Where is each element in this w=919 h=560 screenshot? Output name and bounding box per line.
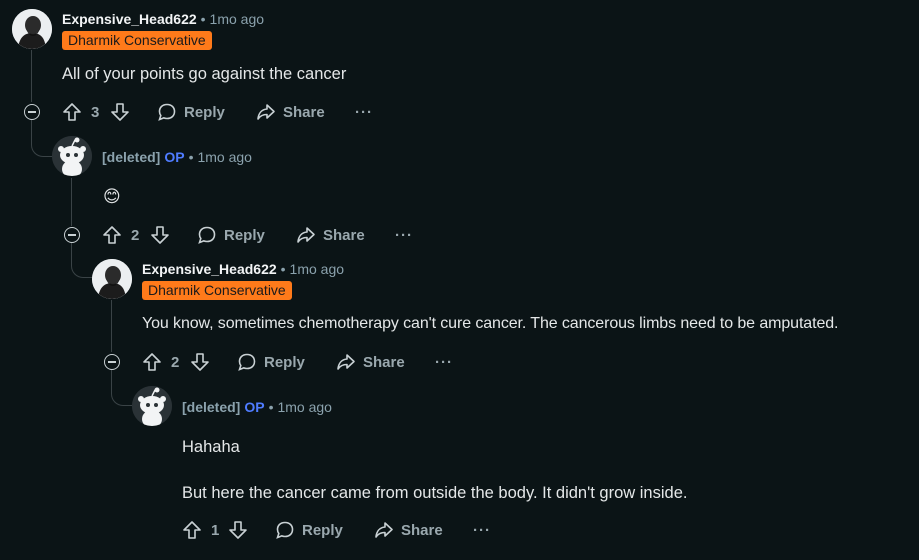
reply-button[interactable]: Reply — [237, 350, 305, 374]
comment-body-line: But here the cancer came from outside th… — [182, 484, 688, 502]
separator-dot: • — [200, 11, 206, 27]
comment-body-line: Hahaha — [182, 438, 240, 456]
collapse-minus-icon[interactable] — [64, 227, 80, 243]
thread-connector — [111, 370, 134, 406]
comment-body: All of your points go against the cancer — [62, 65, 347, 83]
arrow-down-icon — [191, 353, 209, 371]
speech-bubble-icon — [276, 521, 294, 539]
reply-label: Reply — [264, 353, 305, 371]
reply-button[interactable]: Reply — [197, 223, 265, 247]
share-label: Share — [323, 226, 365, 244]
thread-line — [111, 300, 112, 352]
user-flair: Dharmik Conservative — [62, 31, 212, 50]
share-arrow-icon — [337, 354, 355, 370]
op-badge: OP — [244, 399, 265, 415]
arrow-down-icon — [151, 226, 169, 244]
upvote-button[interactable] — [142, 350, 162, 374]
thread-line — [31, 50, 32, 102]
arrow-up-icon — [103, 226, 121, 244]
vote-count: 1 — [211, 521, 220, 539]
user-avatar-icon[interactable] — [12, 9, 52, 49]
more-options-button[interactable]: ··· — [355, 100, 373, 124]
separator-dot: • — [188, 149, 194, 165]
separator-dot: • — [280, 261, 286, 277]
thread-connector — [71, 243, 94, 278]
arrow-up-icon — [143, 353, 161, 371]
reply-button[interactable]: Reply — [275, 518, 343, 542]
username: [deleted] — [102, 149, 161, 165]
share-label: Share — [401, 521, 443, 539]
snoo-avatar-icon[interactable] — [52, 136, 92, 176]
arrow-down-icon — [229, 521, 247, 539]
share-button[interactable]: Share — [296, 223, 365, 247]
speech-bubble-icon — [158, 103, 176, 121]
timestamp[interactable]: 1mo ago — [197, 149, 251, 165]
more-options-button[interactable]: ··· — [435, 350, 453, 374]
username-link[interactable]: Expensive_Head622 — [142, 261, 277, 277]
upvote-button[interactable] — [182, 518, 202, 542]
speech-bubble-icon — [238, 353, 256, 371]
thread-connector — [31, 120, 54, 157]
share-arrow-icon — [297, 227, 315, 243]
snoo-avatar-icon[interactable] — [132, 386, 172, 426]
vote-count: 2 — [171, 353, 180, 371]
reply-label: Reply — [224, 226, 265, 244]
comment-actions: 1 Reply Share ··· — [0, 518, 919, 542]
user-avatar-icon[interactable] — [92, 259, 132, 299]
collapse-minus-icon[interactable] — [24, 104, 40, 120]
downvote-button[interactable] — [228, 518, 248, 542]
vote-count: 3 — [91, 103, 100, 121]
more-options-button[interactable]: ··· — [395, 223, 413, 247]
separator-dot: • — [268, 399, 274, 415]
timestamp[interactable]: 1mo ago — [277, 399, 331, 415]
downvote-button[interactable] — [150, 223, 170, 247]
share-label: Share — [283, 103, 325, 121]
comment-meta: [deleted] OP • 1mo ago — [182, 398, 332, 416]
reply-label: Reply — [302, 521, 343, 539]
reply-button[interactable]: Reply — [157, 100, 225, 124]
reply-label: Reply — [184, 103, 225, 121]
collapse-minus-icon[interactable] — [104, 354, 120, 370]
op-badge: OP — [164, 149, 185, 165]
comment-body: 😊 — [103, 187, 121, 206]
arrow-up-icon — [63, 103, 81, 121]
comment-body: You know, sometimes chemotherapy can't c… — [142, 315, 839, 332]
comment-meta: Expensive_Head622 • 1mo ago — [142, 260, 344, 278]
thread-line — [71, 178, 72, 226]
upvote-button[interactable] — [102, 223, 122, 247]
share-arrow-icon — [257, 104, 275, 120]
arrow-up-icon — [183, 521, 201, 539]
share-arrow-icon — [375, 522, 393, 538]
comment-meta: Expensive_Head622 • 1mo ago — [62, 10, 264, 28]
user-flair: Dharmik Conservative — [142, 281, 292, 300]
username-link[interactable]: Expensive_Head622 — [62, 11, 197, 27]
username: [deleted] — [182, 399, 241, 415]
downvote-button[interactable] — [190, 350, 210, 374]
downvote-button[interactable] — [110, 100, 130, 124]
share-button[interactable]: Share — [336, 350, 405, 374]
comment-actions: 3 Reply Share ··· — [0, 100, 919, 124]
share-button[interactable]: Share — [256, 100, 325, 124]
timestamp[interactable]: 1mo ago — [210, 11, 264, 27]
comment-actions: 2 Reply Share ··· — [0, 223, 919, 247]
speech-bubble-icon — [198, 226, 216, 244]
upvote-button[interactable] — [62, 100, 82, 124]
comment-meta: [deleted] OP • 1mo ago — [102, 148, 252, 166]
more-options-button[interactable]: ··· — [473, 518, 491, 542]
timestamp[interactable]: 1mo ago — [290, 261, 344, 277]
share-button[interactable]: Share — [374, 518, 443, 542]
arrow-down-icon — [111, 103, 129, 121]
share-label: Share — [363, 353, 405, 371]
vote-count: 2 — [131, 226, 140, 244]
comment-actions: 2 Reply Share ··· — [0, 350, 919, 374]
